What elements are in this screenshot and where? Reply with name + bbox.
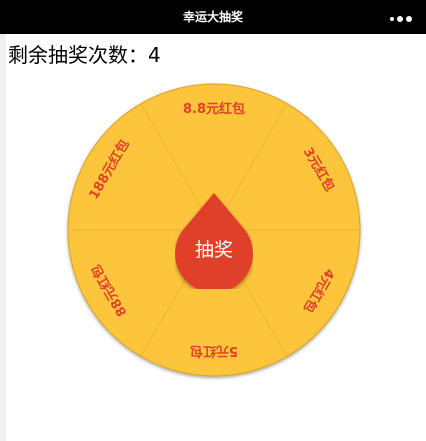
title-bar: 幸运大抽奖 <box>0 0 426 34</box>
prize-wheel: 8.8元红包 3元红包 4元红包 5元红包 88元红包 188元红包 抽奖 <box>64 80 364 380</box>
prize-label: 8.8元红包 <box>182 102 246 117</box>
remaining-draws-counter: 剩余抽奖次数：4 <box>8 43 161 67</box>
draw-button[interactable]: 抽奖 <box>175 193 253 289</box>
ellipsis-icon[interactable] <box>390 16 412 22</box>
app-title: 幸运大抽奖 <box>182 10 243 24</box>
prize-label: 5元红包 <box>189 343 239 358</box>
draw-button-label: 抽奖 <box>194 239 233 261</box>
main-content: 剩余抽奖次数：4 8.8元红包 3元红包 4元红包 5元红包 88元红包 188元红包 <box>6 34 426 441</box>
